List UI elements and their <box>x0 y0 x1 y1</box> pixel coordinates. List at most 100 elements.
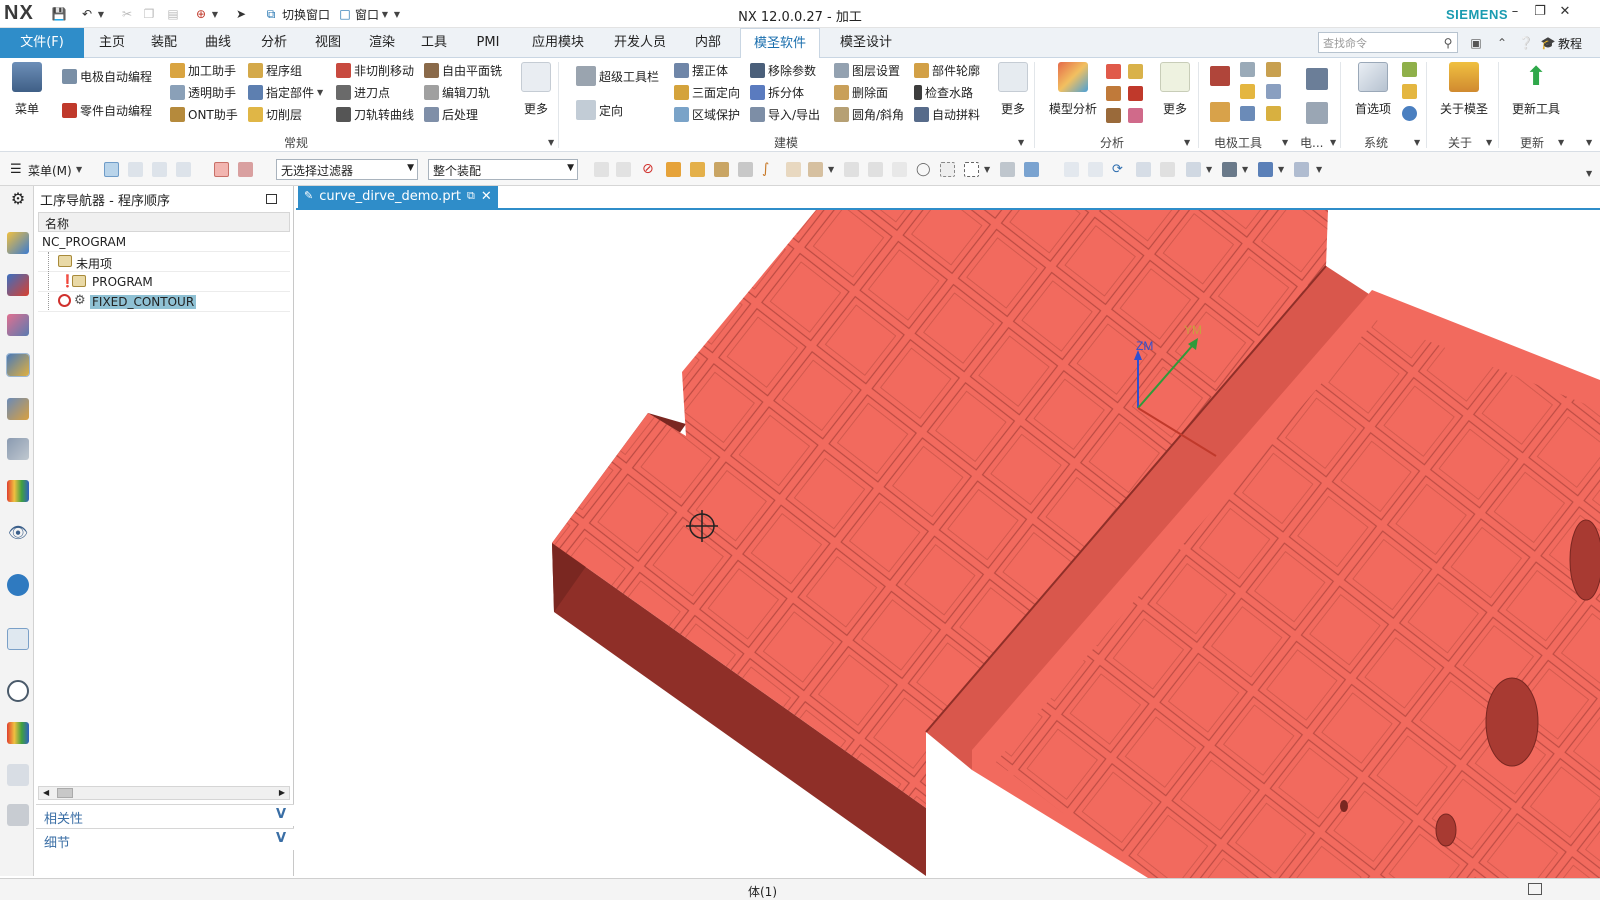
analysis-more-button[interactable]: 更多 <box>1158 62 1192 117</box>
electrode-base-icon[interactable] <box>1240 84 1255 99</box>
electrode-sheet-icon[interactable] <box>1306 102 1328 124</box>
window-dropdown-icon[interactable]: ▼ <box>380 5 390 23</box>
menu-button[interactable]: 菜单 <box>8 62 46 117</box>
level-body-button[interactable]: 摆正体 <box>674 60 728 80</box>
tree-row-fixed-contour[interactable]: ⚙ FIXED_CONTOUR <box>38 292 290 312</box>
select-circle-icon[interactable]: ◯ <box>916 162 931 177</box>
dependencies-section[interactable]: 相关性 V <box>36 804 294 827</box>
close-button[interactable]: ✕ <box>1555 4 1575 22</box>
auto-patch-button[interactable]: 自动拼料 <box>914 104 980 124</box>
path-to-curve-button[interactable]: 刀轨转曲线 <box>336 104 414 124</box>
part-navigator-icon[interactable] <box>7 314 29 336</box>
toolbar-options-icon[interactable]: ▼ <box>1586 169 1592 178</box>
section-view-icon[interactable] <box>1222 162 1237 177</box>
assembly-navigator-icon[interactable] <box>7 232 29 254</box>
electrode-bom-icon[interactable] <box>1266 84 1281 99</box>
selection-mode-icon[interactable] <box>104 162 119 177</box>
geometry-view-icon[interactable] <box>176 162 191 177</box>
paste-icon[interactable]: ▤ <box>164 5 182 23</box>
program-group-button[interactable]: 程序组 <box>248 60 302 80</box>
check-waterway-button[interactable]: 检查水路 <box>914 82 973 102</box>
feature-dropdown-icon[interactable]: ▼ <box>828 165 834 174</box>
scrollbar-thumb[interactable] <box>57 788 73 798</box>
import-export-button[interactable]: 导入/导出 <box>750 104 820 124</box>
mass-icon[interactable] <box>1106 86 1121 101</box>
orient-button[interactable]: 定向 <box>576 100 623 120</box>
menu-dropdown-icon[interactable]: ▼ <box>76 165 82 174</box>
select-point-icon[interactable] <box>786 162 801 177</box>
deselect-icon[interactable]: ⊘ <box>642 162 657 177</box>
electrode-copy-icon[interactable] <box>1240 62 1255 77</box>
electrode-check-icon[interactable] <box>1240 106 1255 121</box>
tab-view[interactable]: 视图 <box>306 28 350 58</box>
settings-gear-icon[interactable]: ⚙ <box>7 188 29 210</box>
shaded-view-icon[interactable] <box>1024 162 1039 177</box>
rectangle-select-icon[interactable] <box>964 162 979 177</box>
select-vertex-icon[interactable] <box>868 162 883 177</box>
generate-toolpath-icon[interactable] <box>214 162 229 177</box>
verify-toolpath-icon[interactable] <box>238 162 253 177</box>
tree-row-nc-program[interactable]: NC_PROGRAM <box>38 232 290 252</box>
tab-render[interactable]: 渲染 <box>360 28 404 58</box>
close-tab-icon[interactable]: ✕ <box>481 189 492 208</box>
switch-window-icon[interactable]: ⧉ <box>262 5 280 23</box>
selection-scope-dropdown[interactable]: 整个装配 ▼ <box>428 159 578 180</box>
solid-icon[interactable] <box>1106 108 1121 123</box>
tab-tools[interactable]: 工具 <box>412 28 456 58</box>
tab-analysis[interactable]: 分析 <box>252 28 296 58</box>
tree-row-unused[interactable]: 未用项 <box>38 252 290 312</box>
file-menu-tab[interactable]: 文件(F) <box>0 28 84 58</box>
select-feature-icon[interactable] <box>808 162 823 177</box>
type-filter-dropdown[interactable]: 无选择过滤器 ▼ <box>276 159 418 180</box>
details-section[interactable]: 细节 V <box>36 828 294 851</box>
history-icon[interactable] <box>7 628 29 650</box>
entry-point-button[interactable]: 进刀点 <box>336 82 390 102</box>
tutorial-icon[interactable]: 🎓 <box>1540 35 1556 51</box>
orient-dropdown-icon[interactable]: ▼ <box>1278 165 1284 174</box>
select-curve-icon[interactable]: ∫ <box>762 162 777 177</box>
cut-layer-button[interactable]: 切削层 <box>248 104 302 124</box>
web-browser-icon[interactable] <box>7 574 29 596</box>
tab-msheng-software[interactable]: 模圣软件 <box>740 28 820 59</box>
tab-pmi[interactable]: PMI <box>466 28 510 58</box>
fit-view-icon[interactable] <box>1064 162 1079 177</box>
model-analysis-button[interactable]: 模型分析 <box>1044 62 1102 117</box>
copy-icon[interactable]: ❐ <box>140 5 158 23</box>
machining-feature-navigator-icon[interactable] <box>7 438 29 460</box>
reuse-library-icon[interactable] <box>7 480 29 502</box>
tree-row-program[interactable]: ❗ PROGRAM <box>38 272 290 292</box>
tab-curve[interactable]: 曲线 <box>196 28 240 58</box>
transparent-helper-button[interactable]: 透明助手 <box>170 82 236 102</box>
document-tab[interactable]: ✎ curve_dirve_demo.prt ⧉ ✕ <box>298 186 498 208</box>
general-more-button[interactable]: 更多 <box>520 62 552 117</box>
layer-settings-button[interactable]: 图层设置 <box>834 60 900 80</box>
constraint-navigator-icon[interactable] <box>7 274 29 296</box>
analysis-group-expand-icon[interactable]: ▼ <box>1184 138 1190 147</box>
machining-helper-button[interactable]: 加工助手 <box>170 60 236 80</box>
measure-icon[interactable] <box>1128 64 1143 79</box>
select-body-icon[interactable] <box>666 162 681 177</box>
window-menu-button[interactable]: 窗口 <box>355 6 379 23</box>
menu-toolbar-icon[interactable]: ☰ <box>10 162 25 177</box>
rotate-view-icon[interactable]: ⟳ <box>1112 162 1127 177</box>
scroll-left-icon[interactable]: ◀ <box>43 787 49 799</box>
tab-assembly[interactable]: 装配 <box>142 28 186 58</box>
electrode-list-icon[interactable] <box>1266 62 1281 77</box>
snap-icon[interactable]: ⊕ <box>192 5 210 23</box>
select-sheet-icon[interactable] <box>738 162 753 177</box>
part-auto-program-button[interactable]: 零件自动编程 <box>62 100 152 120</box>
electrode-edit-icon[interactable] <box>1266 106 1281 121</box>
electrode-group-expand-icon[interactable]: ▼ <box>1282 138 1288 147</box>
remove-params-button[interactable]: 移除参数 <box>750 60 816 80</box>
zoom-icon[interactable] <box>1088 162 1103 177</box>
tab-msheng-design[interactable]: 模圣设计 <box>826 28 906 58</box>
electrode-block-icon[interactable] <box>1210 102 1230 122</box>
free-plane-mill-button[interactable]: 自由平面铣 <box>424 60 502 80</box>
quick-access-customize-icon[interactable]: ▼ <box>392 5 402 23</box>
select-line-icon[interactable] <box>892 162 907 177</box>
undock-icon[interactable]: ⧉ <box>467 189 475 208</box>
region-protect-button[interactable]: 区域保护 <box>674 104 740 124</box>
maximize-icon[interactable] <box>266 194 277 204</box>
three-view-orient-button[interactable]: 三面定向 <box>674 82 740 102</box>
process-studio-icon[interactable] <box>7 764 29 786</box>
